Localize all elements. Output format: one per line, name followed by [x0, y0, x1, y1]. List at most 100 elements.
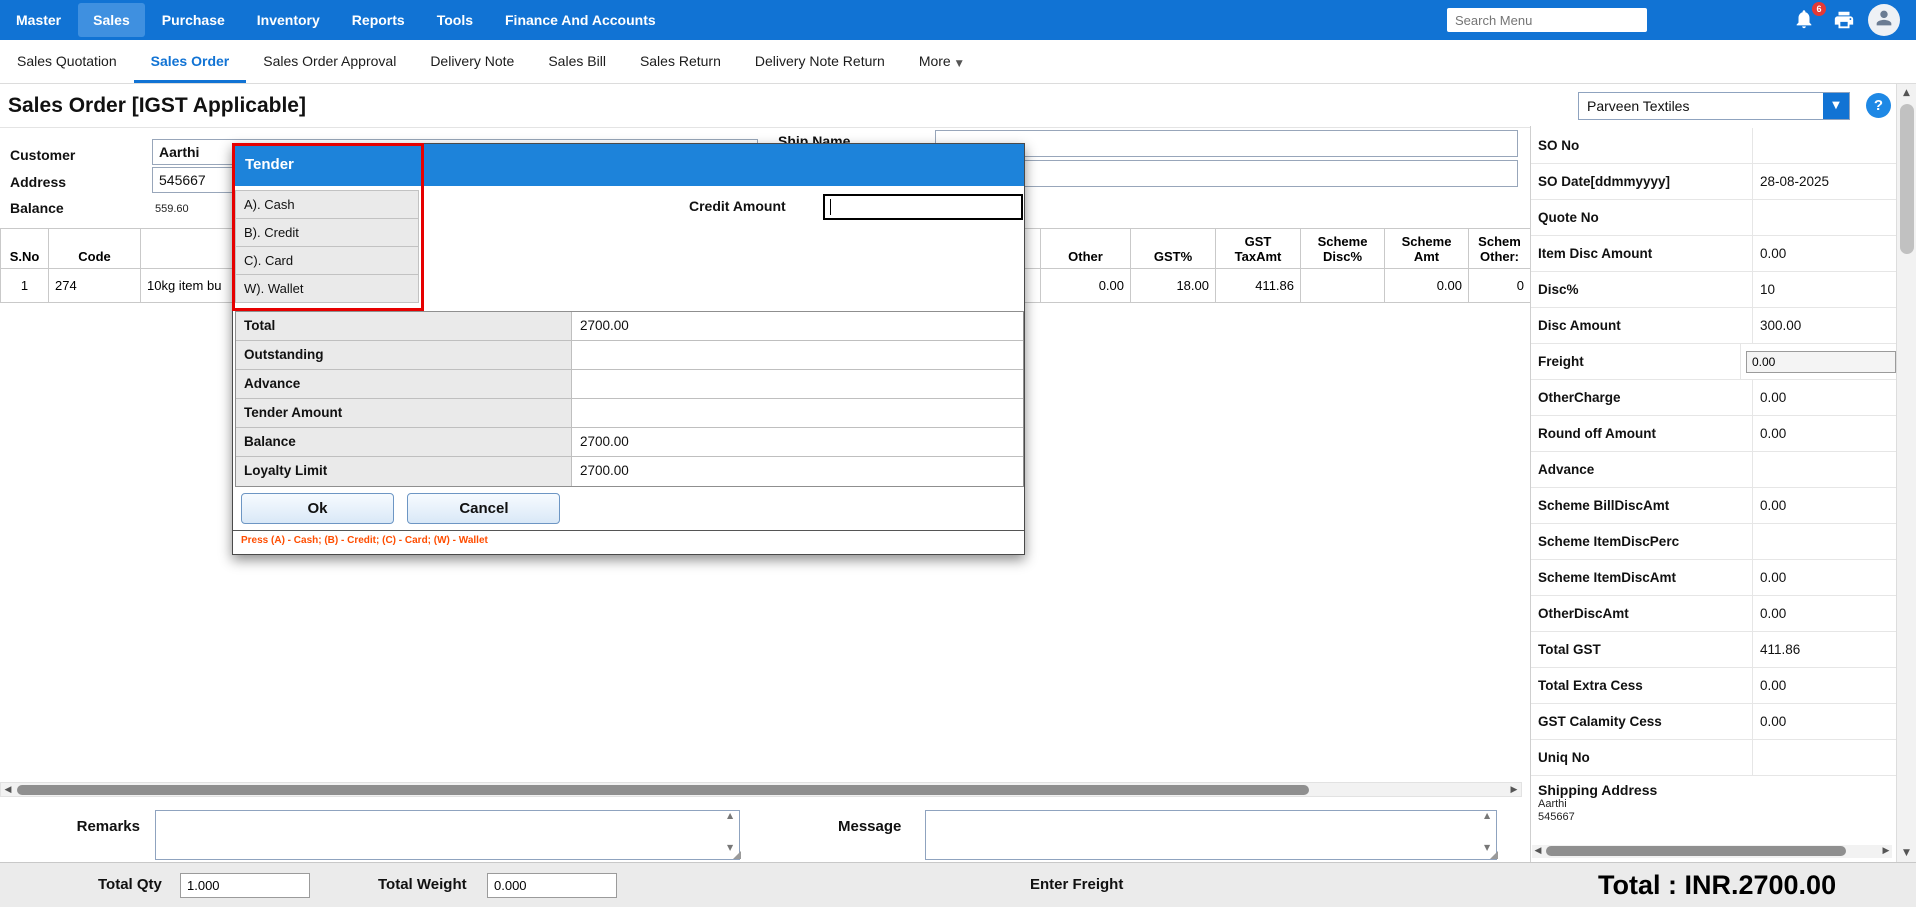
vertical-scroll-thumb[interactable] [1900, 104, 1914, 254]
tab-sales-bill[interactable]: Sales Bill [531, 40, 623, 83]
enter-freight-label: Enter Freight [1030, 863, 1123, 907]
item-row-other[interactable]: 0.00 [1041, 269, 1131, 303]
col-header-other: Other [1041, 229, 1131, 269]
scroll-down-icon[interactable]: ▼ [1897, 846, 1916, 860]
other-charge-value: 0.00 [1753, 390, 1896, 405]
scroll-up-icon[interactable]: ▲ [1897, 86, 1916, 100]
otherdiscamt-label: OtherDiscAmt [1531, 596, 1753, 631]
tender-option-wallet[interactable]: W). Wallet [235, 275, 419, 303]
scheme-itemdiscperc-label: Scheme ItemDiscPerc [1531, 524, 1753, 559]
tender-options-list: A). Cash B). Credit C). Card W). Wallet [235, 190, 419, 303]
item-row-gst-taxamt[interactable]: 411.86 [1216, 269, 1301, 303]
cancel-button[interactable]: Cancel [407, 493, 560, 524]
nav-item-tools[interactable]: Tools [422, 3, 488, 37]
tender-option-card[interactable]: C). Card [235, 247, 419, 275]
nav-item-sales[interactable]: Sales [78, 3, 145, 37]
nav-item-master[interactable]: Master [1, 3, 76, 37]
shipping-address-title: Shipping Address [1538, 782, 1889, 798]
remarks-resize-handle[interactable] [733, 851, 741, 859]
tab-more-label: More [919, 53, 951, 69]
item-row-scheme-amt[interactable]: 0.00 [1385, 269, 1469, 303]
nav-item-purchase[interactable]: Purchase [147, 3, 240, 37]
credit-amount-input[interactable] [823, 194, 1023, 220]
message-textarea[interactable] [925, 810, 1497, 860]
sidebar-scroll-right-icon[interactable]: ▶ [1880, 845, 1892, 858]
col-header-code: Code [49, 229, 141, 269]
col-header-sno: S.No [1, 229, 49, 269]
sidebar-row-disc-pct: Disc%10 [1531, 272, 1896, 308]
sidebar-scroll-left-icon[interactable]: ◀ [1532, 845, 1544, 858]
sidebar-row-uniq-no: Uniq No [1531, 740, 1896, 776]
total-gst-value: 411.86 [1753, 642, 1896, 657]
col-header-gst-pct: GST% [1131, 229, 1216, 269]
disc-pct-value: 10 [1753, 282, 1896, 297]
tender-option-credit[interactable]: B). Credit [235, 219, 419, 247]
bell-icon [1793, 18, 1815, 35]
notification-count-badge: 6 [1812, 2, 1826, 16]
help-button[interactable]: ? [1866, 93, 1891, 118]
nav-item-finance-and-accounts[interactable]: Finance And Accounts [490, 3, 671, 37]
company-select[interactable]: Parveen Textiles ▼ [1578, 92, 1850, 120]
nav-item-reports[interactable]: Reports [337, 3, 420, 37]
disc-amount-label: Disc Amount [1531, 308, 1753, 343]
item-row-schem-other[interactable]: 0 [1469, 269, 1531, 303]
remarks-scroll-up-icon[interactable]: ▲ [727, 811, 733, 820]
total-qty-input[interactable] [180, 873, 310, 898]
item-row-gst-pct[interactable]: 18.00 [1131, 269, 1216, 303]
tab-sales-return[interactable]: Sales Return [623, 40, 738, 83]
item-row-code[interactable]: 274 [49, 269, 141, 303]
sidebar-row-round-off: Round off Amount0.00 [1531, 416, 1896, 452]
sidebar-row-item-disc-amount: Item Disc Amount0.00 [1531, 236, 1896, 272]
total-gst-label: Total GST [1531, 632, 1753, 667]
print-button[interactable] [1833, 9, 1859, 35]
printer-icon [1833, 18, 1855, 35]
message-resize-handle[interactable] [1490, 851, 1498, 859]
shipping-address-line2: 545667 [1538, 811, 1889, 824]
horizontal-scroll-thumb[interactable] [17, 785, 1309, 795]
dropdown-arrow-icon[interactable]: ▼ [1823, 93, 1849, 119]
scheme-billdiscamt-label: Scheme BillDiscAmt [1531, 488, 1753, 523]
summary-advance-value [572, 370, 1023, 398]
sidebar-row-scheme-itemdiscperc: Scheme ItemDiscPerc [1531, 524, 1896, 560]
credit-amount-label: Credit Amount [689, 198, 786, 214]
remarks-label: Remarks [40, 818, 140, 835]
sales-order-page: Master Sales Purchase Inventory Reports … [0, 0, 1916, 907]
tender-option-cash[interactable]: A). Cash [235, 191, 419, 219]
tab-sales-order-approval[interactable]: Sales Order Approval [246, 40, 413, 83]
disc-pct-label: Disc% [1531, 272, 1753, 307]
total-extra-cess-value: 0.00 [1753, 678, 1896, 693]
customer-label: Customer [10, 147, 75, 163]
scroll-left-icon[interactable]: ◀ [1, 783, 15, 797]
search-menu-input[interactable] [1447, 8, 1647, 32]
user-avatar-button[interactable] [1868, 4, 1900, 36]
tender-modal-buttons: Ok Cancel [241, 493, 569, 524]
message-label: Message [838, 818, 901, 835]
disc-amount-value: 300.00 [1753, 318, 1896, 333]
tab-more[interactable]: More▼ [902, 40, 980, 83]
summary-advance-label: Advance [236, 370, 572, 398]
tab-sales-quotation[interactable]: Sales Quotation [0, 40, 134, 83]
gst-calamity-cess-value: 0.00 [1753, 714, 1896, 729]
message-scroll-up-icon[interactable]: ▲ [1484, 811, 1490, 820]
summary-loyalty-limit-label: Loyalty Limit [236, 457, 572, 486]
sidebar-row-scheme-itemdiscamt: Scheme ItemDiscAmt0.00 [1531, 560, 1896, 596]
ok-button[interactable]: Ok [241, 493, 394, 524]
tab-delivery-note[interactable]: Delivery Note [413, 40, 531, 83]
remarks-textarea[interactable] [155, 810, 740, 860]
total-weight-input[interactable] [487, 873, 617, 898]
nav-item-inventory[interactable]: Inventory [242, 3, 335, 37]
main-horizontal-scrollbar: ◀ ▶ [0, 782, 1522, 797]
tab-sales-order[interactable]: Sales Order [134, 40, 247, 83]
sidebar-scroll-thumb[interactable] [1546, 846, 1846, 856]
notification-bell-button[interactable]: 6 [1793, 7, 1819, 33]
scroll-right-icon[interactable]: ▶ [1507, 783, 1521, 797]
freight-input[interactable] [1746, 351, 1896, 373]
summary-row-balance: Balance2700.00 [236, 428, 1023, 457]
sidebar-row-so-no: SO No [1531, 128, 1896, 164]
tender-summary-table: Total2700.00 Outstanding Advance Tender … [235, 311, 1024, 487]
item-row-scheme-disc[interactable] [1301, 269, 1385, 303]
balance-value: 559.60 [155, 203, 189, 215]
tab-delivery-note-return[interactable]: Delivery Note Return [738, 40, 902, 83]
item-row-sno[interactable]: 1 [1, 269, 49, 303]
sidebar-row-disc-amount: Disc Amount300.00 [1531, 308, 1896, 344]
